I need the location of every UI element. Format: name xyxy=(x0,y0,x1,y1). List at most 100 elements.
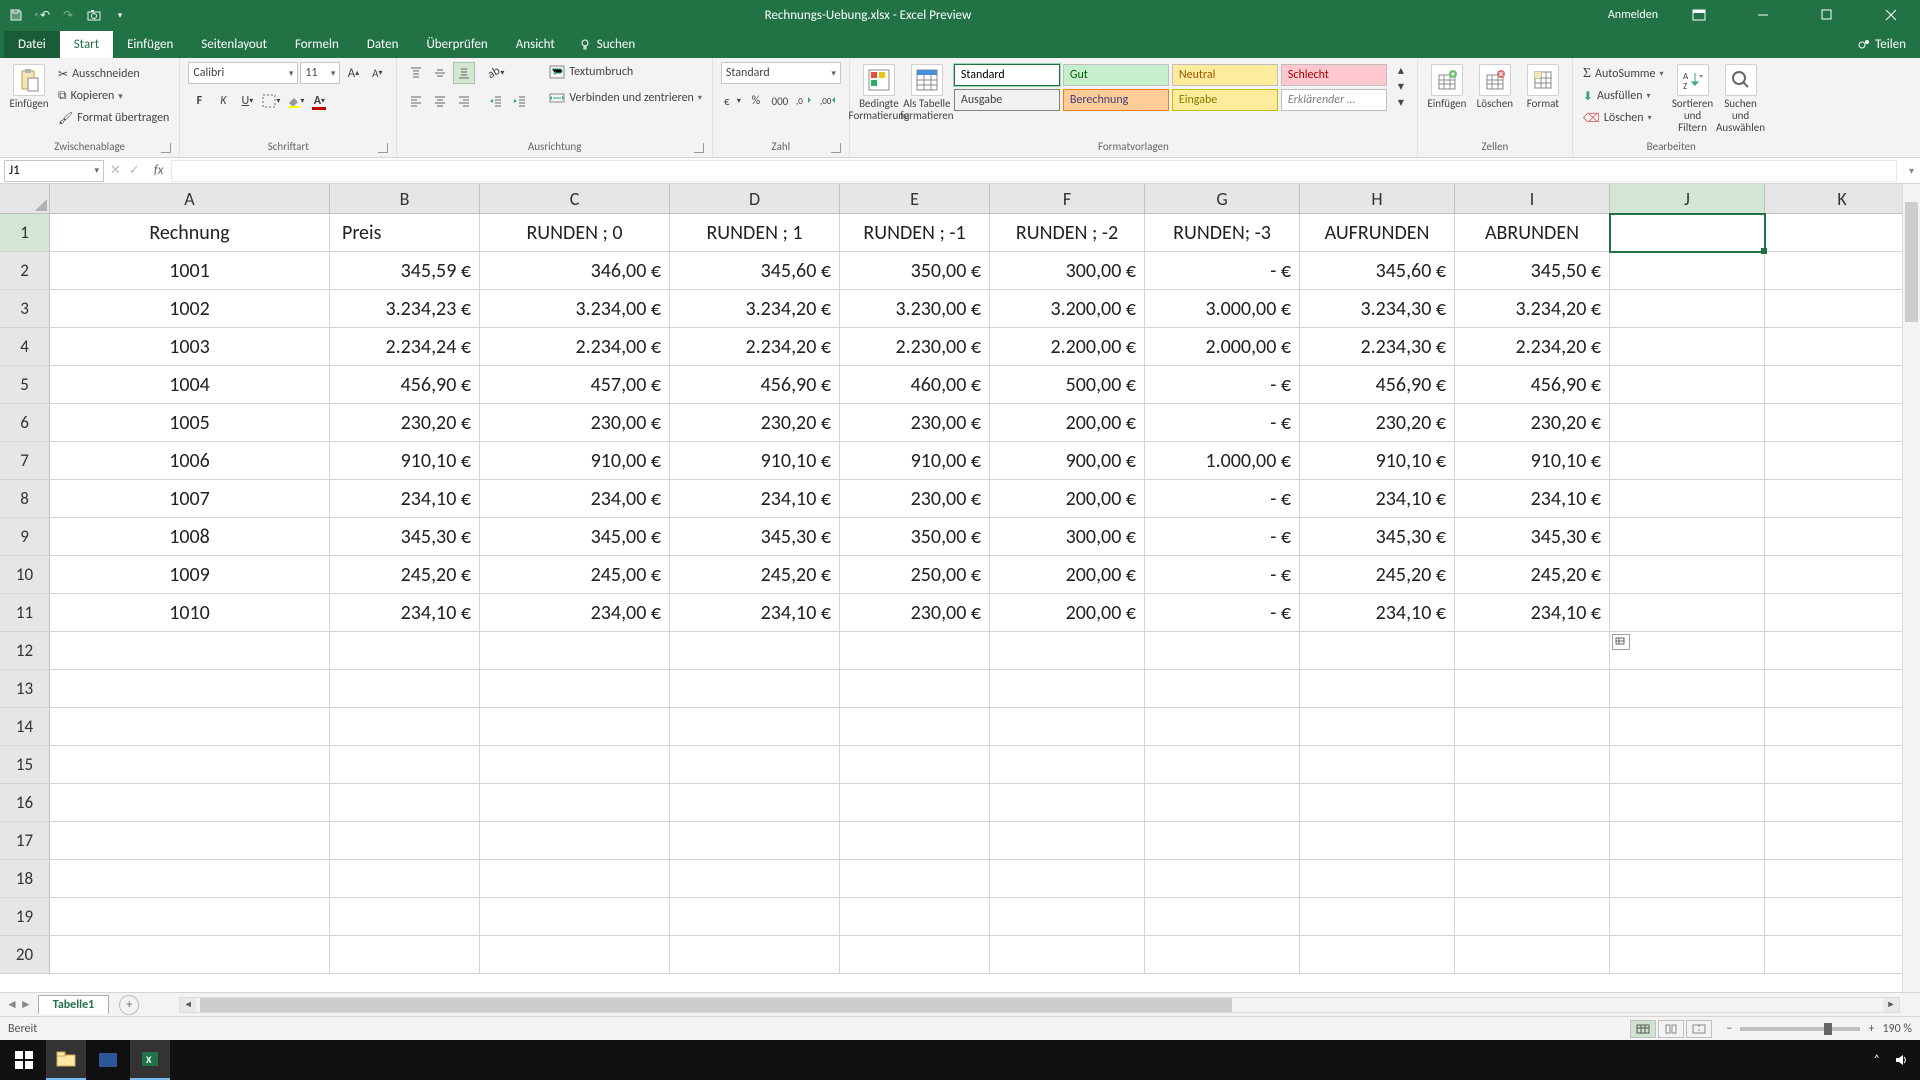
clear-button[interactable]: ⌫Löschen▾ xyxy=(1581,108,1666,128)
row-header[interactable]: 18 xyxy=(0,860,50,898)
grid-cell[interactable] xyxy=(1765,556,1920,594)
grid-cell[interactable] xyxy=(1610,518,1765,556)
grid-cell[interactable] xyxy=(1765,708,1920,746)
grid-cell[interactable] xyxy=(1765,594,1920,632)
grid-cell[interactable]: 300,00 € xyxy=(990,518,1145,556)
decrease-indent-button[interactable] xyxy=(485,90,507,112)
grid-cell[interactable] xyxy=(1300,936,1455,974)
conditional-formatting-button[interactable]: Bedingte Formatierung xyxy=(858,62,900,122)
taskbar-excel[interactable]: X xyxy=(130,1040,170,1080)
minimize-button[interactable] xyxy=(1740,0,1786,30)
grid-cell[interactable] xyxy=(480,708,670,746)
grid-cell[interactable] xyxy=(1765,290,1920,328)
row-header[interactable]: 1 xyxy=(0,214,50,252)
grid-cell[interactable]: 345,30 € xyxy=(1300,518,1455,556)
tab-ansicht[interactable]: Ansicht xyxy=(502,31,569,58)
start-button[interactable] xyxy=(4,1040,44,1080)
row-header[interactable]: 7 xyxy=(0,442,50,480)
format-cells-button[interactable]: Format xyxy=(1522,62,1564,110)
grid-cell[interactable] xyxy=(990,670,1145,708)
grid-cell[interactable]: 2.234,20 € xyxy=(670,328,840,366)
insert-cells-button[interactable]: Einfügen xyxy=(1426,62,1468,110)
grid-cell[interactable]: 460,00 € xyxy=(840,366,990,404)
bold-button[interactable]: F xyxy=(188,90,210,112)
grid-cell[interactable] xyxy=(1765,366,1920,404)
grid-cell[interactable]: 345,30 € xyxy=(1455,518,1610,556)
grid-cell[interactable]: - € xyxy=(1145,594,1300,632)
column-header[interactable]: J xyxy=(1610,184,1765,214)
grid-cell[interactable]: 230,20 € xyxy=(1300,404,1455,442)
select-all-corner[interactable] xyxy=(0,184,50,214)
grid-cell[interactable] xyxy=(1765,214,1920,252)
grid-cell[interactable]: 345,00 € xyxy=(480,518,670,556)
tab-daten[interactable]: Daten xyxy=(353,31,413,58)
grid-cell[interactable] xyxy=(990,746,1145,784)
grid-cell[interactable]: 1004 xyxy=(50,366,330,404)
grid-cell[interactable] xyxy=(1145,784,1300,822)
zoom-in-button[interactable]: + xyxy=(1868,1022,1874,1036)
grid-cell[interactable] xyxy=(1610,822,1765,860)
grid-cell[interactable]: ABRUNDEN xyxy=(1455,214,1610,252)
row-header[interactable]: 6 xyxy=(0,404,50,442)
orientation-button[interactable]: ab▾ xyxy=(485,62,507,84)
grid-cell[interactable] xyxy=(670,784,840,822)
grid-cell[interactable] xyxy=(840,746,990,784)
grid-cell[interactable] xyxy=(1455,670,1610,708)
grid-cell[interactable] xyxy=(1300,822,1455,860)
sheet-tab[interactable]: Tabelle1 xyxy=(38,995,109,1014)
grid-cell[interactable]: Preis xyxy=(330,214,480,252)
grid-cell[interactable] xyxy=(480,632,670,670)
tab-seitenlayout[interactable]: Seitenlayout xyxy=(187,31,281,58)
row-header[interactable]: 8 xyxy=(0,480,50,518)
grid-cell[interactable] xyxy=(1765,936,1920,974)
grid-cell[interactable]: 245,20 € xyxy=(1300,556,1455,594)
tray-chevron-icon[interactable]: ˄ xyxy=(1874,1053,1880,1067)
grid-cell[interactable]: 234,10 € xyxy=(1455,594,1610,632)
border-button[interactable]: ▾ xyxy=(260,90,282,112)
view-page-break-button[interactable] xyxy=(1686,1020,1712,1038)
grid-cell[interactable]: 230,20 € xyxy=(1455,404,1610,442)
grid-cell[interactable] xyxy=(1610,936,1765,974)
grid-cell[interactable]: - € xyxy=(1145,252,1300,290)
column-header[interactable]: D xyxy=(670,184,840,214)
grid-cell[interactable] xyxy=(50,784,330,822)
align-left-button[interactable] xyxy=(405,90,427,112)
grid-cell[interactable] xyxy=(1610,480,1765,518)
grid-cell[interactable]: - € xyxy=(1145,366,1300,404)
formula-expand-icon[interactable]: ▾ xyxy=(1903,164,1920,177)
camera-icon[interactable] xyxy=(86,7,102,23)
grid-cell[interactable]: 3.234,30 € xyxy=(1300,290,1455,328)
grid-cell[interactable]: 250,00 € xyxy=(840,556,990,594)
grid-cell[interactable] xyxy=(480,860,670,898)
taskbar-explorer[interactable] xyxy=(46,1040,86,1080)
find-select-button[interactable]: Suchen und Auswählen xyxy=(1720,62,1762,134)
grid-cell[interactable] xyxy=(840,784,990,822)
grid-cell[interactable] xyxy=(1300,708,1455,746)
grid-cell[interactable] xyxy=(50,936,330,974)
grid-cell[interactable]: 3.234,20 € xyxy=(670,290,840,328)
grid-cell[interactable] xyxy=(1610,784,1765,822)
grid-cell[interactable] xyxy=(330,708,480,746)
grid-cell[interactable]: 300,00 € xyxy=(990,252,1145,290)
grid-cell[interactable] xyxy=(1145,670,1300,708)
sheet-nav-next[interactable]: ► xyxy=(20,997,32,1012)
grid-cell[interactable]: 1010 xyxy=(50,594,330,632)
cut-button[interactable]: ✂Ausschneiden xyxy=(56,64,171,84)
grid-cell[interactable]: 3.230,00 € xyxy=(840,290,990,328)
grid-cell[interactable]: RUNDEN; -3 xyxy=(1145,214,1300,252)
increase-decimal-button[interactable]: ,0 xyxy=(793,90,815,112)
grid-cell[interactable] xyxy=(1765,746,1920,784)
column-header[interactable]: K xyxy=(1765,184,1920,214)
row-header[interactable]: 14 xyxy=(0,708,50,746)
grid-cell[interactable]: 1007 xyxy=(50,480,330,518)
grid-cell[interactable]: 234,10 € xyxy=(1300,594,1455,632)
grid-cell[interactable] xyxy=(1300,746,1455,784)
grid-cell[interactable]: Rechnung xyxy=(50,214,330,252)
font-color-button[interactable]: A▾ xyxy=(308,90,330,112)
grid-cell[interactable] xyxy=(480,746,670,784)
row-header[interactable]: 17 xyxy=(0,822,50,860)
align-bottom-button[interactable] xyxy=(453,62,475,84)
zoom-slider[interactable] xyxy=(1740,1027,1860,1031)
grid-cell[interactable] xyxy=(1300,632,1455,670)
grid-cell[interactable] xyxy=(1765,822,1920,860)
